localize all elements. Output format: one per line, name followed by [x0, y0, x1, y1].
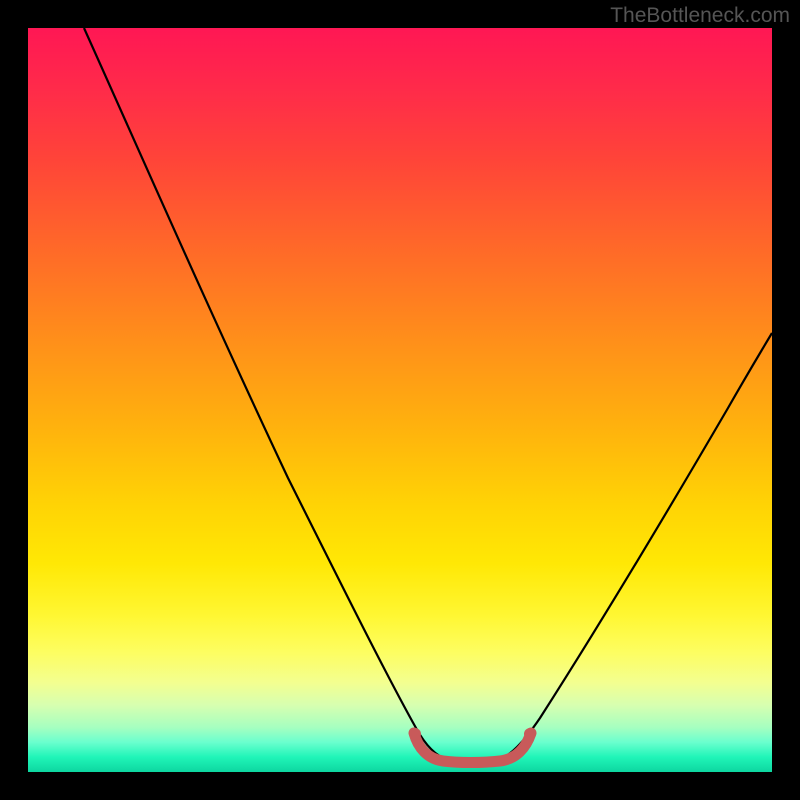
watermark-text: TheBottleneck.com	[610, 4, 790, 28]
chart-container: TheBottleneck.com	[0, 0, 800, 800]
marker-dot-left	[409, 728, 421, 740]
plot-area	[28, 28, 772, 772]
bottleneck-curve	[84, 28, 772, 760]
curve-layer	[28, 28, 772, 772]
marker-dot-right	[524, 728, 536, 740]
optimal-zone-marker	[414, 733, 531, 763]
